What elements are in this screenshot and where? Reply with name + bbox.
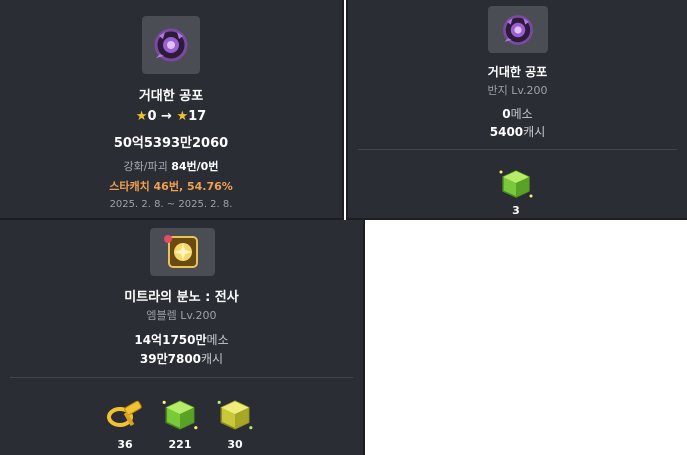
yellow-cube-icon xyxy=(217,400,253,430)
item-type: 엠블렘 Lv.200 xyxy=(146,309,217,322)
enhance-count: 강화/파괴 84번/0번 xyxy=(0,158,342,174)
reward-count: 30 xyxy=(227,438,243,451)
star-to: 17 xyxy=(188,109,207,124)
dark-ring-icon xyxy=(154,28,188,62)
date-range: 2025. 2. 8. ~ 2025. 2. 8. xyxy=(109,199,233,210)
reward-count: 3 xyxy=(512,204,520,217)
reward-item: 36 xyxy=(103,398,147,451)
item-name: 미트라의 분노 : 전사 xyxy=(124,290,239,305)
meso-value: 14억1750만 xyxy=(134,333,207,347)
item-type: 반지 Lv.200 xyxy=(487,84,548,97)
cash-unit: 캐시 xyxy=(201,352,224,366)
divider xyxy=(358,149,677,150)
enhance-result-card: 거대한 공포 ★0 → ★17 50억5393만2060 강화/파괴 84번/0… xyxy=(0,0,344,220)
star-icon: ★ xyxy=(135,109,148,124)
green-cube-icon xyxy=(162,400,198,430)
cash-cost: 39만7800캐시 xyxy=(0,350,363,367)
cash-cost: 5400캐시 xyxy=(348,123,687,140)
item-icon-frame xyxy=(488,6,548,53)
starcatch-stats: 스타캐치 46번, 54.76% xyxy=(109,180,233,193)
meso-value: 0 xyxy=(502,107,511,121)
meso-unit: 메소 xyxy=(206,333,229,347)
meso-unit: 메소 xyxy=(510,107,533,121)
star-icon: ★ xyxy=(176,109,189,124)
dark-ring-icon xyxy=(503,14,533,45)
enhance-value: 84번/0번 xyxy=(171,160,219,173)
item-name: 거대한 공포 xyxy=(138,89,204,104)
total-cost: 50억5393만2060 xyxy=(113,136,229,151)
arrow-icon: → xyxy=(161,109,172,124)
star-from: 0 xyxy=(147,109,157,124)
reward-count: 36 xyxy=(117,438,133,451)
divider xyxy=(10,377,353,378)
meso-cost: 0메소 xyxy=(348,105,687,122)
item-summary-card: 미트라의 분노 : 전사 엠블렘 Lv.200 14억1750만메소 39만78… xyxy=(0,220,365,455)
item-icon-frame xyxy=(142,16,200,74)
green-cube-icon xyxy=(499,170,533,198)
gold-hammer-icon xyxy=(107,400,142,427)
reward-item: 221 xyxy=(158,398,202,451)
reward-item: 30 xyxy=(213,398,257,451)
reward-count: 221 xyxy=(168,438,192,451)
reward-item: 3 xyxy=(494,168,538,217)
cash-value: 39만7800 xyxy=(139,352,202,366)
cash-unit: 캐시 xyxy=(523,125,546,139)
star-progress: ★0 → ★17 xyxy=(0,109,342,124)
cash-value: 5400 xyxy=(489,125,524,139)
meso-cost: 14억1750만메소 xyxy=(0,331,363,348)
item-summary-card: 거대한 공포 반지 Lv.200 0메소 5400캐시 3 xyxy=(346,0,687,220)
emblem-icon xyxy=(163,235,198,268)
enhance-label: 강화/파괴 xyxy=(123,160,168,173)
item-icon-frame xyxy=(150,228,215,276)
item-name: 거대한 공포 xyxy=(487,65,548,79)
